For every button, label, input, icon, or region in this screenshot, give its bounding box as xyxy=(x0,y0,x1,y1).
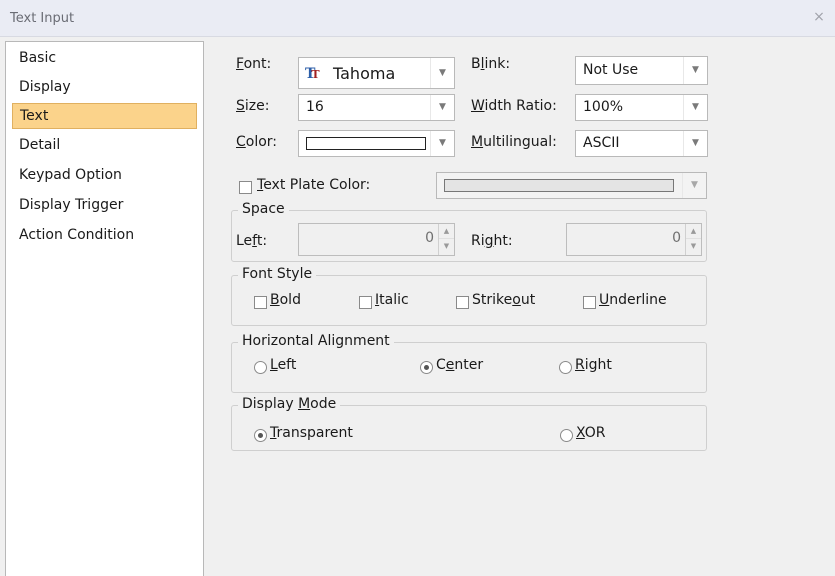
width-ratio-dropdown[interactable]: 100% ▼ xyxy=(575,94,708,121)
chevron-down-icon: ▼ xyxy=(683,131,707,156)
horizontal-alignment-group-title: Horizontal Alignment xyxy=(238,333,394,349)
color-dropdown[interactable]: ▼ xyxy=(298,130,455,157)
spin-up-icon: ▲ xyxy=(686,224,701,239)
sidebar-item-label: Basic xyxy=(19,50,57,66)
space-right-label: Right: xyxy=(471,233,513,249)
font-dropdown[interactable]: TT Tahoma ▼ xyxy=(298,57,455,89)
underline-checkbox[interactable] xyxy=(583,296,596,309)
text-plate-color-label: Text Plate Color: xyxy=(257,177,371,193)
align-left-radio[interactable] xyxy=(254,361,267,374)
size-value: 16 xyxy=(306,99,324,115)
sidebar-item-label: Keypad Option xyxy=(19,167,122,183)
sidebar-item-keypad-option[interactable]: Keypad Option xyxy=(12,162,197,188)
spin-down-icon: ▼ xyxy=(443,242,450,250)
xor-label: XOR xyxy=(576,425,606,441)
multilingual-label: Multilingual: xyxy=(471,134,557,150)
sidebar-item-label: Detail xyxy=(19,137,61,153)
text-plate-color-dropdown: ▼ xyxy=(436,172,707,199)
space-left-label: Left: xyxy=(236,233,268,249)
size-dropdown[interactable]: 16 ▼ xyxy=(298,94,455,121)
blink-dropdown[interactable]: Not Use ▼ xyxy=(575,56,708,85)
chevron-down-icon: ▼ xyxy=(683,95,707,120)
width-ratio-value: 100% xyxy=(583,99,624,115)
align-right-radio[interactable] xyxy=(559,361,572,374)
bold-checkbox[interactable] xyxy=(254,296,267,309)
category-list: Basic Display Text Detail Keypad Option … xyxy=(5,41,204,576)
sidebar-item-label: Display xyxy=(19,79,71,95)
font-style-group-title: Font Style xyxy=(238,266,317,282)
sidebar-item-detail[interactable]: Detail xyxy=(12,132,197,158)
italic-label: Italic xyxy=(375,292,409,308)
align-center-radio[interactable] xyxy=(420,361,433,374)
window-title: Text Input xyxy=(10,11,75,26)
align-left-label: Left xyxy=(270,357,297,373)
plate-color-swatch xyxy=(444,179,674,192)
multilingual-value: ASCII xyxy=(583,135,620,151)
chevron-down-icon: ▼ xyxy=(682,173,706,198)
color-label: Color: xyxy=(236,134,278,150)
spin-up-icon: ▲ xyxy=(439,224,454,239)
width-ratio-label: Width Ratio: xyxy=(471,98,557,114)
close-icon[interactable]: × xyxy=(811,9,827,25)
size-label: Size: xyxy=(236,98,270,114)
space-left-stepper: 0 ▲ ▼ xyxy=(298,223,455,256)
font-value: Tahoma xyxy=(333,64,396,83)
space-right-value: 0 xyxy=(672,230,681,246)
color-swatch xyxy=(306,137,426,150)
sidebar-item-display[interactable]: Display xyxy=(12,74,197,100)
strikeout-label: Strikeout xyxy=(472,292,536,308)
title-bar: Text Input × xyxy=(0,0,835,37)
transparent-radio[interactable] xyxy=(254,429,267,442)
bold-label: Bold xyxy=(270,292,301,308)
font-label: Font: xyxy=(236,56,272,72)
sidebar-item-label: Text xyxy=(20,108,49,124)
multilingual-dropdown[interactable]: ASCII ▼ xyxy=(575,130,708,157)
italic-checkbox[interactable] xyxy=(359,296,372,309)
space-left-value: 0 xyxy=(425,230,434,246)
chevron-down-icon: ▼ xyxy=(430,131,454,156)
sidebar-item-label: Display Trigger xyxy=(19,197,124,213)
align-center-label: Center xyxy=(436,357,484,373)
sidebar-item-action-condition[interactable]: Action Condition xyxy=(12,222,197,248)
sidebar-item-label: Action Condition xyxy=(19,227,135,243)
blink-label: Blink: xyxy=(471,56,511,72)
chevron-down-icon: ▼ xyxy=(430,58,454,88)
sidebar-item-basic[interactable]: Basic xyxy=(12,45,197,71)
text-plate-color-checkbox[interactable] xyxy=(239,181,252,194)
blink-value: Not Use xyxy=(583,62,639,78)
chevron-down-icon: ▼ xyxy=(683,57,707,84)
display-mode-group-title: Display Mode xyxy=(238,396,341,412)
truetype-font-icon: TT xyxy=(305,66,320,82)
strikeout-checkbox[interactable] xyxy=(456,296,469,309)
underline-label: Underline xyxy=(599,292,667,308)
transparent-label: Transparent xyxy=(270,425,353,441)
align-right-label: Right xyxy=(575,357,612,373)
spin-down-icon: ▼ xyxy=(690,242,697,250)
sidebar-item-text[interactable]: Text xyxy=(12,103,197,129)
chevron-down-icon: ▼ xyxy=(430,95,454,120)
sidebar-item-display-trigger[interactable]: Display Trigger xyxy=(12,192,197,218)
space-group-title: Space xyxy=(238,201,289,217)
xor-radio[interactable] xyxy=(560,429,573,442)
space-right-stepper: 0 ▲ ▼ xyxy=(566,223,702,256)
